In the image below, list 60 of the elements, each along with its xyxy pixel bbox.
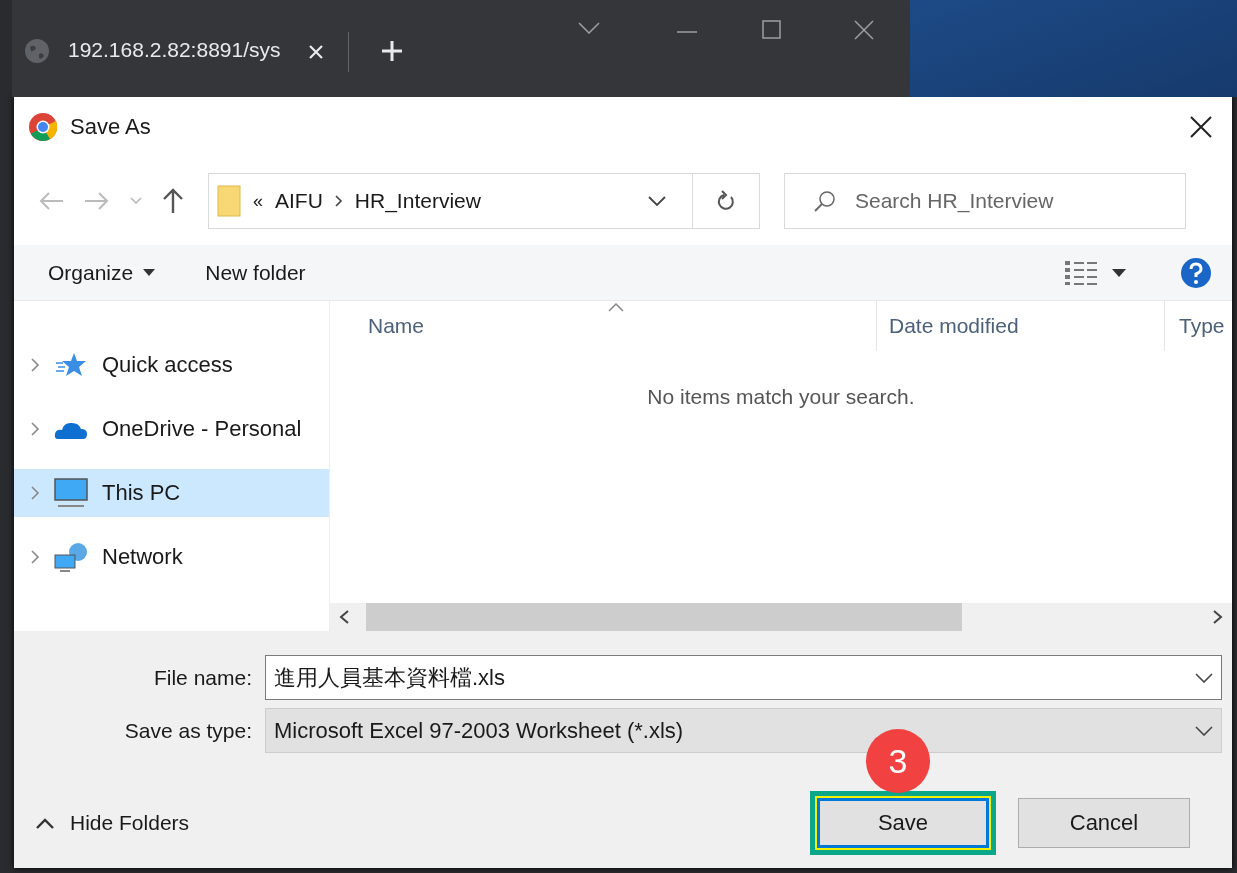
- search-field[interactable]: Search HR_Interview: [784, 173, 1186, 229]
- dropdown-caret-icon[interactable]: [1195, 672, 1213, 683]
- nav-label[interactable]: Quick access: [102, 352, 233, 378]
- field-value: Microsoft Excel 97-2003 Worksheet (*.xls): [274, 717, 685, 744]
- dropdown-caret-icon[interactable]: [648, 196, 666, 206]
- breadcrumb-item[interactable]: HR_Interview: [354, 189, 481, 213]
- new-tab-icon[interactable]: [381, 40, 403, 62]
- nav-item[interactable]: OneDrive - Personal: [14, 405, 329, 453]
- globe-icon: [24, 38, 50, 64]
- nav-label[interactable]: Network: [102, 544, 183, 570]
- column-header[interactable]: Name: [330, 301, 877, 351]
- organize-menu[interactable]: Organize: [36, 254, 168, 291]
- computer-icon: [54, 478, 88, 508]
- horizontal-scrollbar[interactable]: [330, 603, 1232, 631]
- search-input[interactable]: Search HR_Interview: [853, 188, 1177, 214]
- scroll-left-icon[interactable]: [338, 610, 350, 624]
- nav-item[interactable]: Network: [14, 533, 329, 581]
- sort-caret-icon: [608, 303, 624, 312]
- browser-logo-icon: [28, 112, 58, 142]
- empty-message: No items match your search.: [646, 385, 916, 409]
- scroll-right-icon[interactable]: [1212, 610, 1224, 624]
- field-label: File name:: [152, 665, 252, 690]
- nav-label[interactable]: This PC: [102, 480, 181, 506]
- star-icon: [54, 351, 88, 379]
- column-header[interactable]: Date modified: [877, 301, 1165, 351]
- field-label: Save as type:: [123, 718, 252, 743]
- help-icon[interactable]: [1180, 256, 1212, 289]
- maximize-icon[interactable]: [762, 20, 781, 39]
- dialog-button[interactable]: Cancel: [1018, 798, 1190, 848]
- view-options-icon[interactable]: [1064, 259, 1098, 286]
- chevron-right-icon[interactable]: [334, 195, 343, 207]
- new-folder-button[interactable]: New folder: [193, 254, 318, 291]
- dropdown-caret-icon: [143, 269, 156, 276]
- expand-chevron-icon[interactable]: [30, 549, 40, 565]
- address-bar[interactable]: « AIFU HR_Interview: [208, 173, 760, 229]
- window-title: Save As: [70, 114, 151, 140]
- nav-item[interactable]: Quick access: [14, 341, 329, 389]
- dropdown-caret-icon[interactable]: [1195, 725, 1213, 736]
- nav-label[interactable]: OneDrive - Personal: [102, 416, 302, 442]
- expand-chevron-icon[interactable]: [30, 485, 40, 501]
- nav-item[interactable]: This PC: [14, 469, 329, 517]
- field-value: 進用人員基本資料檔.xls: [274, 663, 506, 692]
- overflow-marker[interactable]: «: [253, 190, 263, 212]
- refresh-icon: [716, 190, 736, 212]
- network-icon: [54, 542, 88, 572]
- hide-folders-button[interactable]: Hide Folders: [36, 811, 190, 835]
- column-header[interactable]: Type: [1165, 301, 1225, 351]
- close-icon[interactable]: [1190, 116, 1212, 138]
- expand-chevron-icon[interactable]: [30, 357, 40, 373]
- folder-icon: [217, 185, 241, 217]
- expand-chevron-icon[interactable]: [30, 421, 40, 437]
- file-name-field[interactable]: 進用人員基本資料檔.xls: [265, 655, 1222, 700]
- search-icon: [813, 189, 837, 213]
- dialog-button[interactable]: Save: [817, 798, 989, 848]
- up-arrow-icon[interactable]: [162, 188, 184, 214]
- chevron-icon[interactable]: [578, 22, 600, 34]
- caret-up-icon: [36, 817, 54, 829]
- tab-title[interactable]: 192.168.2.82:8891/sys: [68, 38, 300, 62]
- breadcrumb-item[interactable]: AIFU: [275, 189, 323, 213]
- dropdown-caret-icon[interactable]: [1112, 268, 1126, 277]
